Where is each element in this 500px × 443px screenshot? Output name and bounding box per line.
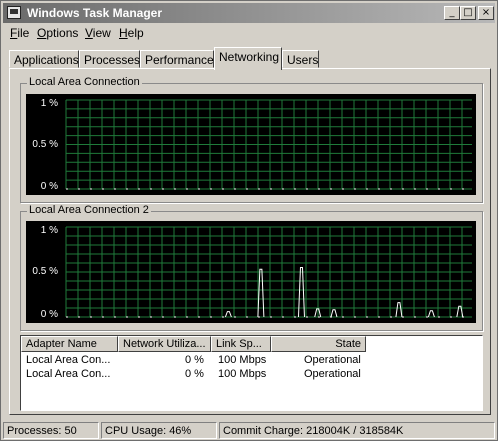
column-link-speed[interactable]: Link Sp... xyxy=(211,336,271,352)
activity-spike xyxy=(330,309,338,318)
utilization-value: 0 % xyxy=(185,368,204,380)
menu-help[interactable]: Help xyxy=(119,26,144,40)
network-graph-1: 1 % 0.5 % 0 % xyxy=(26,94,476,195)
network-graph-2: 1 % 0.5 % 0 % xyxy=(26,221,476,323)
activity-spike xyxy=(395,302,403,318)
graph-title: Local Area Connection xyxy=(27,76,142,88)
maximize-button[interactable]: □ xyxy=(460,6,476,20)
graph-2-plot xyxy=(65,226,472,318)
link-speed-value: 100 Mbps xyxy=(218,368,267,380)
minimize-button[interactable]: _ xyxy=(444,6,460,20)
y-tick-max: 1 % xyxy=(40,98,58,109)
y-tick-min: 0 % xyxy=(40,181,58,192)
status-processes: Processes: 50 xyxy=(3,422,99,439)
tab-performance[interactable]: Performance xyxy=(140,50,214,68)
tab-users[interactable]: Users xyxy=(282,50,319,68)
graph-1-plot xyxy=(65,99,472,190)
link-speed-value: 100 Mbps xyxy=(218,354,267,366)
menu-options[interactable]: Options xyxy=(37,26,78,40)
menu-bar: File Options View Help xyxy=(3,24,495,42)
activity-spike xyxy=(297,267,305,318)
close-button[interactable]: × xyxy=(478,6,494,20)
y-tick-min: 0 % xyxy=(40,309,58,320)
tab-networking[interactable]: Networking xyxy=(214,47,282,70)
graph-title: Local Area Connection 2 xyxy=(27,204,151,216)
tab-bar: Applications Processes Performance Netwo… xyxy=(9,47,489,70)
status-cpu-usage: CPU Usage: 46% xyxy=(101,422,217,439)
y-tick-mid: 0.5 % xyxy=(32,266,58,277)
adapter-name: Local Area Con... xyxy=(26,368,111,380)
menu-view[interactable]: View xyxy=(85,26,111,40)
tab-applications[interactable]: Applications xyxy=(9,50,79,68)
task-manager-icon xyxy=(7,6,21,19)
window-title: Windows Task Manager xyxy=(27,6,163,20)
adapter-list[interactable]: Adapter Name Network Utiliza... Link Sp.… xyxy=(20,335,483,411)
task-manager-window: Windows Task Manager _ □ × File Options … xyxy=(0,0,498,441)
y-tick-max: 1 % xyxy=(40,225,58,236)
tab-processes[interactable]: Processes xyxy=(79,50,140,68)
activity-spike xyxy=(257,268,265,318)
activity-spike xyxy=(427,310,435,318)
state-value: Operational xyxy=(304,354,361,366)
column-state[interactable]: State xyxy=(271,336,366,352)
adapter-name: Local Area Con... xyxy=(26,354,111,366)
utilization-value: 0 % xyxy=(185,354,204,366)
status-bar: Processes: 50 CPU Usage: 46% Commit Char… xyxy=(3,421,497,440)
title-bar[interactable]: Windows Task Manager _ □ × xyxy=(3,3,495,23)
y-tick-mid: 0.5 % xyxy=(32,139,58,150)
state-value: Operational xyxy=(304,368,361,380)
column-network-utilization[interactable]: Network Utiliza... xyxy=(118,336,211,352)
activity-spike xyxy=(224,311,232,318)
column-adapter-name[interactable]: Adapter Name xyxy=(21,336,118,352)
menu-file[interactable]: File xyxy=(10,26,29,40)
status-commit-charge: Commit Charge: 218004K / 318584K xyxy=(219,422,495,439)
